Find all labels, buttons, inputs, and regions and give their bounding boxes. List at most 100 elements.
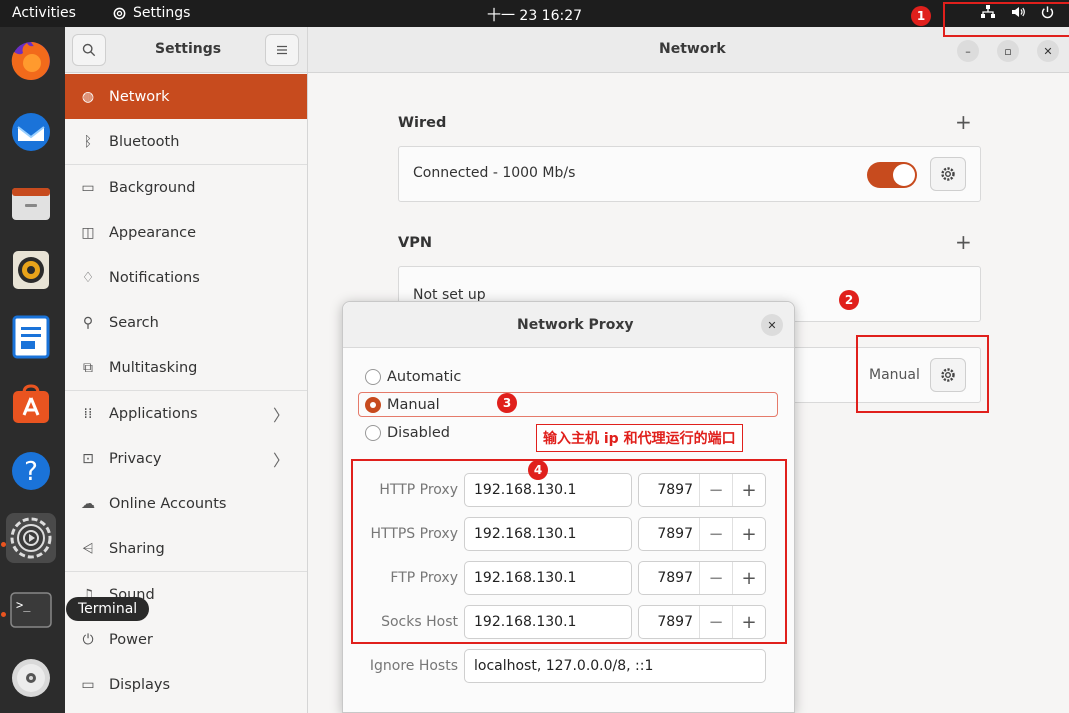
search-button[interactable] bbox=[72, 34, 106, 66]
power-icon: ⏻ bbox=[82, 631, 94, 648]
dock-rhythmbox[interactable] bbox=[6, 245, 56, 295]
help-icon: ? bbox=[12, 452, 50, 490]
dock-help[interactable]: ? bbox=[6, 446, 56, 496]
dock: ? >_ bbox=[0, 27, 65, 713]
annotation-box-proxy bbox=[856, 335, 989, 413]
sidebar-item-displays[interactable]: ▭ Displays bbox=[65, 662, 307, 707]
wired-settings-button[interactable] bbox=[930, 157, 966, 191]
annotation-note: 输入主机 ip 和代理运行的端口 bbox=[536, 424, 743, 452]
dock-firefox[interactable] bbox=[6, 36, 56, 86]
close-button[interactable]: ✕ bbox=[1037, 40, 1059, 62]
search-icon bbox=[82, 43, 96, 57]
sidebar-item-label: Applications bbox=[109, 405, 198, 422]
sidebar-item-label: Appearance bbox=[109, 224, 197, 241]
mode-disabled[interactable]: Disabled bbox=[365, 425, 450, 441]
maximize-button[interactable]: ▫ bbox=[997, 40, 1019, 62]
sidebar-item-label: Sharing bbox=[109, 540, 165, 557]
top-bar: Activities Settings 十一 23 16:27 bbox=[0, 0, 1069, 27]
globe-icon: ◍ bbox=[81, 88, 95, 105]
dock-terminal[interactable]: >_ bbox=[6, 585, 56, 635]
disc-icon bbox=[12, 659, 50, 697]
app-menu[interactable]: Settings bbox=[112, 5, 190, 21]
dock-writer[interactable] bbox=[6, 312, 56, 362]
add-vpn-button[interactable]: + bbox=[955, 230, 972, 254]
activities-button[interactable]: Activities bbox=[12, 5, 76, 21]
minimize-icon: – bbox=[965, 44, 971, 58]
plus-icon: + bbox=[955, 110, 972, 134]
sidebar-item-label: Displays bbox=[109, 676, 171, 693]
share-icon: ⩤ bbox=[82, 540, 94, 557]
sidebar-item-label: Bluetooth bbox=[109, 133, 180, 150]
toggle-knob bbox=[893, 164, 915, 186]
add-wired-button[interactable]: + bbox=[955, 110, 972, 134]
folder-icon bbox=[12, 188, 50, 220]
sidebar-item-bluetooth[interactable]: ᛒ Bluetooth bbox=[65, 119, 307, 164]
dialog-close-button[interactable]: ✕ bbox=[761, 314, 783, 336]
chevron-right-icon: 〉 bbox=[272, 405, 289, 425]
sidebar-item-background[interactable]: ▭ Background bbox=[65, 165, 307, 210]
wired-title: Wired bbox=[398, 115, 447, 131]
radio-automatic[interactable] bbox=[365, 369, 381, 385]
sidebar-item-label: Multitasking bbox=[109, 359, 198, 376]
annotation-box-tray bbox=[943, 2, 1069, 37]
annotation-box-proxy-fields bbox=[351, 459, 787, 644]
dock-thunderbird[interactable] bbox=[6, 107, 56, 157]
plus-icon: + bbox=[955, 230, 972, 254]
annotation-box-manual bbox=[358, 392, 778, 417]
sidebar-item-label: Network bbox=[109, 88, 170, 105]
sidebar-item-label: Privacy bbox=[109, 450, 162, 467]
dock-settings[interactable] bbox=[6, 513, 56, 563]
dialog-title: Network Proxy bbox=[517, 317, 634, 333]
sidebar-item-online-accounts[interactable]: ☁ Online Accounts bbox=[65, 481, 307, 526]
grid-icon: ⁞⁞ bbox=[83, 405, 93, 422]
close-icon: ✕ bbox=[1043, 44, 1053, 58]
dock-tooltip: Terminal bbox=[66, 597, 150, 621]
minimize-button[interactable]: – bbox=[957, 40, 979, 62]
sidebar-item-label: Online Accounts bbox=[109, 495, 227, 512]
clock[interactable]: 十一 23 16:27 bbox=[487, 8, 582, 24]
document-icon bbox=[12, 315, 50, 359]
background-icon: ▭ bbox=[81, 179, 95, 196]
sidebar-item-sharing[interactable]: ⩤ Sharing bbox=[65, 526, 307, 571]
lock-icon: ⊡ bbox=[82, 450, 94, 467]
radio-disabled[interactable] bbox=[365, 425, 381, 441]
sidebar-item-multitasking[interactable]: ⧉ Multitasking bbox=[65, 345, 307, 390]
vpn-title: VPN bbox=[398, 235, 432, 251]
chevron-right-icon: 〉 bbox=[272, 450, 289, 470]
dock-disc[interactable] bbox=[6, 653, 56, 703]
wired-toggle[interactable] bbox=[867, 162, 917, 188]
sidebar-item-power[interactable]: ⏻ Power bbox=[65, 617, 307, 662]
sidebar-title: Settings bbox=[155, 41, 222, 57]
mode-automatic[interactable]: Automatic bbox=[365, 369, 461, 385]
dock-files[interactable] bbox=[6, 178, 56, 228]
appearance-icon: ◫ bbox=[81, 224, 95, 241]
page-title: Network bbox=[659, 41, 726, 57]
multitasking-icon: ⧉ bbox=[83, 359, 93, 376]
speaker-icon bbox=[13, 251, 49, 289]
wired-card: Connected - 1000 Mb/s bbox=[398, 146, 981, 202]
sidebar-item-privacy[interactable]: ⊡ Privacy 〉 bbox=[65, 436, 307, 481]
dock-app-center[interactable] bbox=[6, 379, 56, 429]
dock-active-indicator bbox=[1, 542, 6, 547]
sidebar-item-search[interactable]: ⚲ Search bbox=[65, 300, 307, 345]
wired-status: Connected - 1000 Mb/s bbox=[413, 165, 576, 181]
mode-label: Automatic bbox=[387, 369, 462, 385]
gear-icon bbox=[941, 167, 955, 181]
sidebar-item-applications[interactable]: ⁞⁞ Applications 〉 bbox=[65, 391, 307, 436]
sidebar-item-label: Notifications bbox=[109, 269, 200, 286]
display-icon: ▭ bbox=[81, 676, 95, 693]
mode-label: Disabled bbox=[387, 425, 450, 441]
maximize-icon: ▫ bbox=[1004, 44, 1012, 58]
sidebar-item-notifications[interactable]: ♢ Notifications bbox=[65, 255, 307, 300]
main-menu-button[interactable] bbox=[265, 34, 299, 66]
sidebar-header: Settings bbox=[65, 27, 308, 73]
ignore-hosts-input[interactable]: localhost, 127.0.0.0/8, ::1 bbox=[464, 649, 766, 683]
ignore-hosts-label: Ignore Hosts bbox=[369, 658, 458, 674]
dialog-header: Network Proxy ✕ bbox=[343, 302, 794, 348]
cloud-icon: ☁ bbox=[81, 495, 95, 512]
search-icon: ⚲ bbox=[82, 314, 94, 331]
sidebar-item-network[interactable]: ◍ Network bbox=[65, 74, 307, 119]
sidebar-item-appearance[interactable]: ◫ Appearance bbox=[65, 210, 307, 255]
svg-text:>_: >_ bbox=[16, 598, 31, 612]
sidebar-item-label: Power bbox=[109, 631, 153, 648]
